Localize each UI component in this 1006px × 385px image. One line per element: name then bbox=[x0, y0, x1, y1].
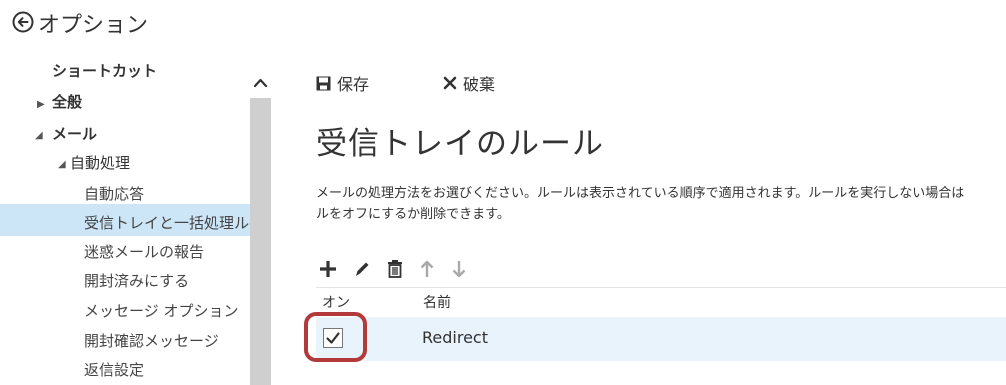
scroll-up-icon[interactable] bbox=[250, 72, 271, 94]
nav-message-options[interactable]: メッセージ オプション bbox=[84, 300, 238, 321]
caret-down-icon[interactable]: ◢ bbox=[35, 130, 43, 141]
close-icon bbox=[443, 76, 457, 90]
page-title: 受信トレイのルール bbox=[316, 126, 604, 162]
floppy-disk-icon bbox=[316, 76, 331, 90]
discard-button[interactable]: 破棄 bbox=[443, 71, 495, 95]
save-button[interactable]: 保存 bbox=[316, 71, 369, 95]
nav-mail[interactable]: メール bbox=[52, 123, 97, 144]
description-line-2: ルをオフにするか削除できます。 bbox=[316, 207, 510, 222]
back-arrow-icon[interactable] bbox=[12, 11, 34, 33]
discard-label: 破棄 bbox=[463, 75, 496, 94]
caret-right-icon[interactable]: ▶ bbox=[37, 99, 45, 110]
nav-shortcuts[interactable]: ショートカット bbox=[52, 60, 157, 81]
nav-auto-processing[interactable]: 自動処理 bbox=[70, 152, 130, 173]
nav-reply-settings[interactable]: 返信設定 bbox=[84, 359, 144, 380]
nav-read-receipts[interactable]: 開封確認メッセージ bbox=[84, 330, 219, 351]
nav-inbox-rules[interactable]: 受信トレイと一括処理ル- bbox=[84, 212, 254, 233]
column-header-name[interactable]: 名前 bbox=[423, 292, 451, 312]
nav-junk-report[interactable]: 迷惑メールの報告 bbox=[84, 241, 204, 262]
save-label: 保存 bbox=[337, 75, 370, 94]
table-row[interactable] bbox=[316, 317, 1006, 361]
trash-icon[interactable] bbox=[386, 259, 404, 279]
annotation-highlight bbox=[304, 312, 367, 362]
column-header-on[interactable]: オン bbox=[322, 292, 350, 312]
nav-mark-as-read[interactable]: 開封済みにする bbox=[84, 270, 189, 291]
rule-toolbar bbox=[318, 256, 468, 282]
caret-down-icon[interactable]: ◢ bbox=[58, 159, 66, 170]
arrow-up-icon[interactable] bbox=[418, 259, 436, 279]
page-header-title: オプション bbox=[38, 13, 149, 38]
nav-auto-reply[interactable]: 自動応答 bbox=[84, 183, 144, 204]
arrow-down-icon[interactable] bbox=[450, 259, 468, 279]
plus-icon[interactable] bbox=[318, 259, 338, 279]
rule-name[interactable]: Redirect bbox=[422, 328, 488, 347]
description-line-1: メールの処理方法をお選びください。ルールは表示されている順序で適用されます。ルー… bbox=[316, 186, 965, 201]
sidebar-scrollbar[interactable] bbox=[250, 98, 271, 385]
pencil-icon[interactable] bbox=[352, 259, 372, 279]
table-divider bbox=[316, 287, 1006, 288]
nav-general[interactable]: 全般 bbox=[52, 91, 82, 112]
